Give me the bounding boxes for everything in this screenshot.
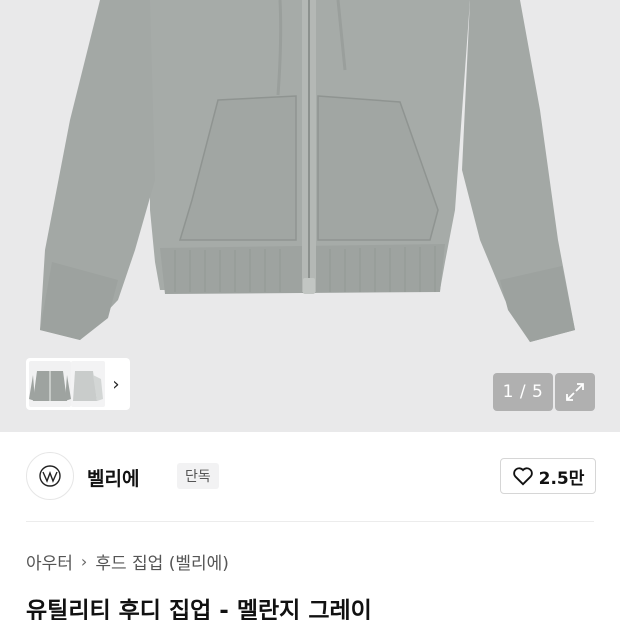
thumbnail-2[interactable] <box>71 361 105 407</box>
like-button[interactable]: 2.5만 <box>500 458 596 494</box>
thumbnail-next-arrow[interactable]: › <box>105 361 127 407</box>
thumbnail-strip[interactable]: › <box>26 358 130 410</box>
breadcrumb-item-outer[interactable]: 아우터 <box>26 549 73 574</box>
breadcrumb: 아우터 › 후드 집업 (벨리에) <box>26 549 229 574</box>
heart-icon <box>512 467 533 486</box>
exclusive-badge: 단독 <box>177 463 219 489</box>
brand-row: 벨리에 단독 2.5만 <box>26 450 596 502</box>
chevron-right-icon: › <box>80 552 88 571</box>
thumbnail-1[interactable] <box>29 361 71 407</box>
image-pager: 1 / 5 <box>493 373 553 411</box>
brand-logo-icon[interactable] <box>26 452 74 500</box>
expand-button[interactable] <box>555 373 595 411</box>
breadcrumb-item-hoodie-zipup[interactable]: 후드 집업 (벨리에) <box>95 549 229 574</box>
product-image-gallery[interactable]: › 1 / 5 <box>0 0 620 432</box>
expand-icon <box>566 383 584 401</box>
divider <box>26 521 594 522</box>
brand-name[interactable]: 벨리에 <box>87 464 139 491</box>
product-title: 유틸리티 후디 집업 - 멜란지 그레이 <box>26 598 372 620</box>
like-count: 2.5만 <box>538 468 585 489</box>
